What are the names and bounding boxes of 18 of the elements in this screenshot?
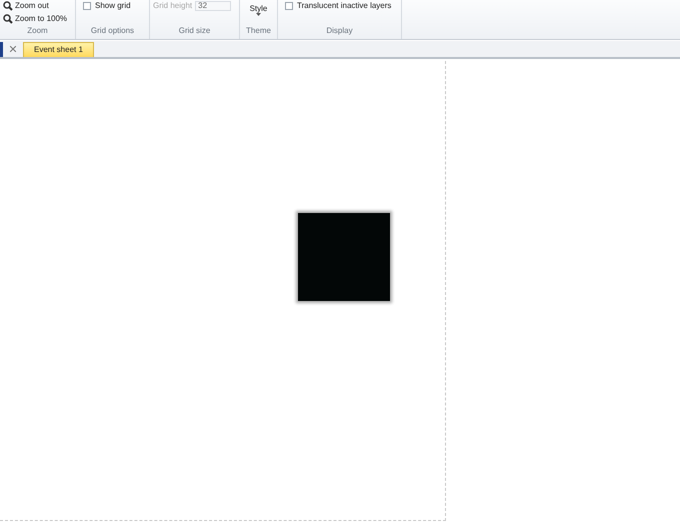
zoom-button[interactable]: Zoom out (3, 1, 49, 11)
checkbox-label: Translucent inactive layers (297, 1, 392, 11)
close-icon[interactable] (10, 46, 16, 52)
style-dropdown[interactable]: Style (250, 4, 268, 16)
group-label: Grid size (178, 26, 212, 37)
group-label: Theme (245, 26, 272, 37)
group-label: Zoom (26, 26, 49, 37)
checkbox[interactable] (83, 2, 91, 10)
caret-icon (256, 13, 261, 16)
field-label: Grid height (153, 1, 192, 11)
zoom-button[interactable]: Zoom to 100% (3, 14, 68, 24)
magnifier-icon (3, 1, 13, 11)
group-label: Grid options (90, 26, 136, 37)
checkbox[interactable] (285, 2, 293, 10)
tab[interactable]: Event sheet 1 (23, 42, 94, 57)
checkbox-label: Show grid (95, 1, 131, 11)
group-label: Display (325, 26, 354, 37)
magnifier-icon (3, 14, 13, 24)
